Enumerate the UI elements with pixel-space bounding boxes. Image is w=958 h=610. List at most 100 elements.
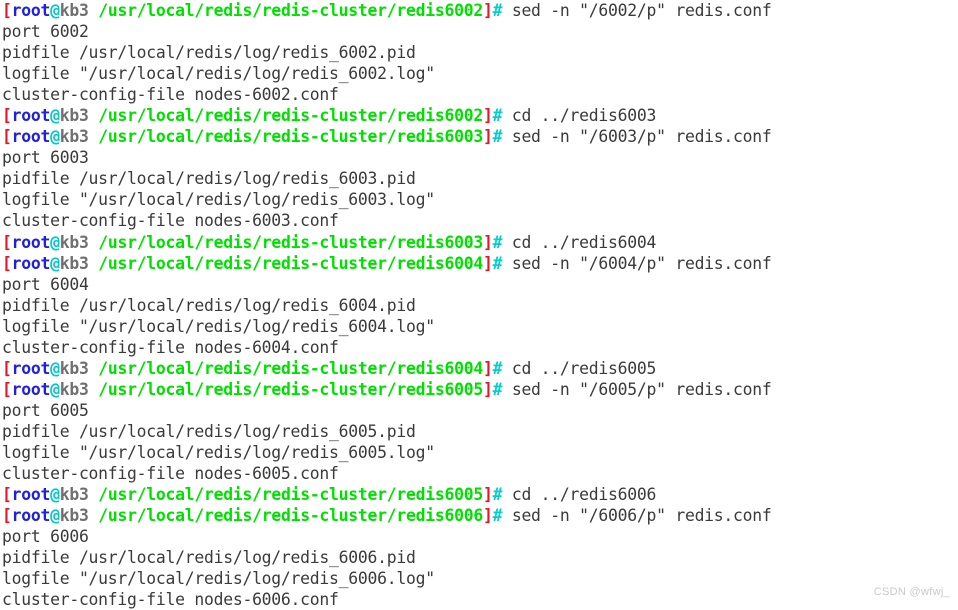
prompt-hash: #: [492, 106, 503, 126]
prompt-path: /usr/local/redis/redis-cluster/redis6002: [98, 1, 483, 20]
terminal-output-text: pidfile /usr/local/redis/log/redis_6006.…: [2, 548, 416, 568]
terminal-output-line: cluster-config-file nodes-6004.conf: [0, 337, 958, 358]
prompt-open-bracket: [: [2, 253, 12, 273]
terminal-command: sed -n "/6002/p" redis.conf: [502, 1, 772, 20]
prompt-close-bracket: ]: [482, 106, 493, 126]
prompt-close-bracket: ]: [482, 253, 493, 273]
prompt-path: /usr/local/redis/redis-cluster/redis6005: [98, 379, 483, 399]
prompt-path: /usr/local/redis/redis-cluster/redis6002: [98, 106, 483, 126]
terminal-output[interactable]: [root@kb3 /usr/local/redis/redis-cluster…: [0, 0, 958, 610]
terminal-output-line: logfile "/usr/local/redis/log/redis_6006…: [0, 568, 958, 589]
prompt-open-bracket: [: [2, 379, 12, 399]
terminal-output-text: logfile "/usr/local/redis/log/redis_6002…: [2, 64, 435, 84]
prompt-user: root: [11, 232, 51, 252]
terminal-output-text: pidfile /usr/local/redis/log/redis_6005.…: [2, 421, 416, 441]
prompt-hostname: kb3: [59, 127, 89, 147]
terminal-output-text: logfile "/usr/local/redis/log/redis_6005…: [2, 442, 435, 462]
terminal-output-text: port 6006: [2, 527, 89, 547]
terminal-output-line: cluster-config-file nodes-6002.conf: [0, 84, 958, 105]
terminal-output-text: cluster-config-file nodes-6006.conf: [2, 590, 339, 610]
prompt-user: root: [11, 1, 51, 20]
prompt-hash: #: [492, 358, 503, 378]
terminal-output-text: port 6004: [2, 274, 89, 294]
terminal-prompt-line: [root@kb3 /usr/local/redis/redis-cluster…: [0, 484, 958, 505]
terminal-output-line: port 6005: [0, 400, 958, 421]
terminal-prompt-line: [root@kb3 /usr/local/redis/redis-cluster…: [0, 232, 958, 253]
prompt-at-sign: @: [50, 106, 60, 126]
prompt-path: /usr/local/redis/redis-cluster/redis6005: [98, 485, 483, 505]
prompt-close-bracket: ]: [482, 506, 493, 526]
prompt-user: root: [11, 485, 51, 505]
prompt-close-bracket: ]: [482, 379, 493, 399]
prompt-hash: #: [492, 232, 503, 252]
prompt-hash: #: [492, 379, 503, 399]
terminal-output-line: pidfile /usr/local/redis/log/redis_6004.…: [0, 295, 958, 316]
prompt-at-sign: @: [50, 127, 60, 147]
terminal-output-text: pidfile /usr/local/redis/log/redis_6002.…: [2, 43, 416, 63]
prompt-at-sign: @: [50, 1, 60, 20]
prompt-close-bracket: ]: [482, 1, 493, 20]
terminal-prompt-line: [root@kb3 /usr/local/redis/redis-cluster…: [0, 126, 958, 147]
prompt-path: /usr/local/redis/redis-cluster/redis6006: [98, 506, 483, 526]
prompt-hostname: kb3: [59, 232, 89, 252]
prompt-at-sign: @: [50, 379, 60, 399]
prompt-open-bracket: [: [2, 106, 12, 126]
prompt-hostname: kb3: [59, 485, 89, 505]
prompt-open-bracket: [: [2, 485, 12, 505]
prompt-user: root: [11, 253, 51, 273]
terminal-output-line: port 6003: [0, 147, 958, 168]
prompt-user: root: [11, 127, 51, 147]
terminal-command: cd ../redis6004: [502, 232, 657, 252]
prompt-path: /usr/local/redis/redis-cluster/redis6004: [98, 253, 483, 273]
prompt-open-bracket: [: [2, 127, 12, 147]
prompt-at-sign: @: [50, 253, 60, 273]
terminal-command: sed -n "/6006/p" redis.conf: [502, 506, 772, 526]
terminal-output-text: pidfile /usr/local/redis/log/redis_6004.…: [2, 295, 416, 315]
prompt-open-bracket: [: [2, 1, 12, 20]
terminal-command: sed -n "/6005/p" redis.conf: [502, 379, 772, 399]
prompt-user: root: [11, 379, 51, 399]
terminal-command: cd ../redis6003: [502, 106, 657, 126]
prompt-at-sign: @: [50, 506, 60, 526]
terminal-output-text: cluster-config-file nodes-6002.conf: [2, 85, 339, 105]
prompt-hash: #: [492, 485, 503, 505]
terminal-output-text: logfile "/usr/local/redis/log/redis_6003…: [2, 190, 435, 210]
terminal-output-line: logfile "/usr/local/redis/log/redis_6003…: [0, 189, 958, 210]
prompt-user: root: [11, 358, 51, 378]
prompt-at-sign: @: [50, 485, 60, 505]
prompt-hostname: kb3: [59, 379, 89, 399]
prompt-hash: #: [492, 127, 503, 147]
terminal-prompt-line: [root@kb3 /usr/local/redis/redis-cluster…: [0, 358, 958, 379]
terminal-window[interactable]: [root@kb3 /usr/local/redis/redis-cluster…: [0, 0, 958, 610]
terminal-command: cd ../redis6006: [502, 485, 657, 505]
prompt-open-bracket: [: [2, 506, 12, 526]
terminal-output-text: logfile "/usr/local/redis/log/redis_6004…: [2, 316, 435, 336]
prompt-hostname: kb3: [59, 358, 89, 378]
prompt-close-bracket: ]: [482, 485, 493, 505]
terminal-prompt-line: [root@kb3 /usr/local/redis/redis-cluster…: [0, 253, 958, 274]
terminal-output-line: pidfile /usr/local/redis/log/redis_6002.…: [0, 42, 958, 63]
terminal-output-line: logfile "/usr/local/redis/log/redis_6004…: [0, 316, 958, 337]
terminal-output-line: pidfile /usr/local/redis/log/redis_6006.…: [0, 547, 958, 568]
terminal-output-line: cluster-config-file nodes-6005.conf: [0, 463, 958, 484]
terminal-output-text: cluster-config-file nodes-6005.conf: [2, 464, 339, 484]
prompt-open-bracket: [: [2, 358, 12, 378]
terminal-output-text: port 6005: [2, 400, 89, 420]
terminal-output-line: logfile "/usr/local/redis/log/redis_6002…: [0, 63, 958, 84]
terminal-prompt-line: [root@kb3 /usr/local/redis/redis-cluster…: [0, 105, 958, 126]
prompt-hash: #: [492, 1, 503, 20]
prompt-hostname: kb3: [59, 506, 89, 526]
terminal-command: sed -n "/6003/p" redis.conf: [502, 127, 772, 147]
prompt-path: /usr/local/redis/redis-cluster/redis6003: [98, 127, 483, 147]
terminal-output-text: logfile "/usr/local/redis/log/redis_6006…: [2, 569, 435, 589]
terminal-output-line: cluster-config-file nodes-6006.conf: [0, 589, 958, 610]
prompt-open-bracket: [: [2, 232, 12, 252]
